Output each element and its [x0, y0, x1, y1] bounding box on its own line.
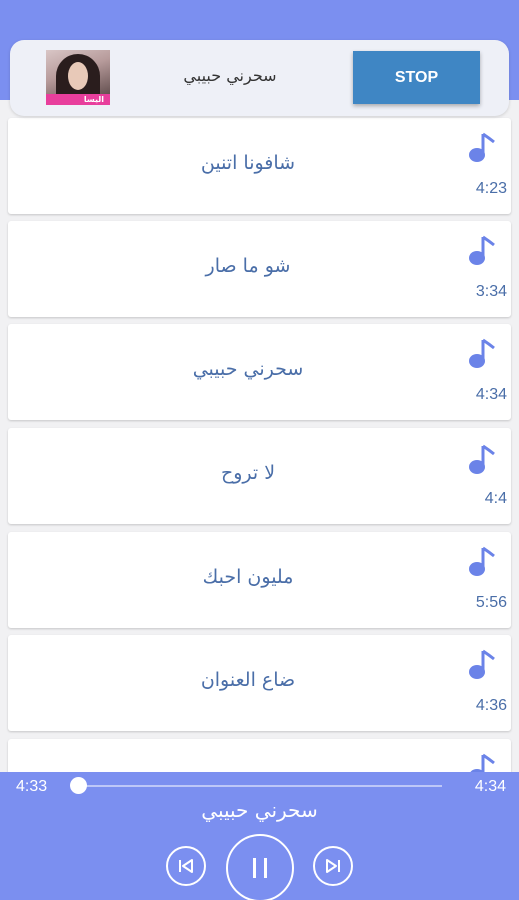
song-duration: 4:34 [475, 386, 507, 403]
next-button[interactable] [313, 846, 353, 886]
player-bar: 4:33 4:34 سحرني حبيبي [0, 772, 519, 900]
skip-next-icon [326, 859, 340, 873]
now-playing-header: اليسا سحرني حبيبي STOP [10, 40, 509, 116]
song-list-area: شافونا اتنين 4:23 شو ما صار 3:34 سحرني ح… [0, 0, 519, 835]
previous-button[interactable] [166, 846, 206, 886]
music-note-icon [469, 649, 495, 679]
song-item[interactable]: لا تروح 4:4 [8, 428, 511, 524]
song-duration: 4:36 [475, 697, 507, 714]
song-title: ضاع العنوان [200, 669, 296, 691]
music-note-icon [469, 235, 495, 265]
seek-thumb[interactable] [70, 777, 87, 794]
seek-bar[interactable] [78, 785, 442, 787]
total-time: 4:34 [474, 778, 506, 795]
song-item[interactable]: شافونا اتنين 4:23 [8, 118, 511, 214]
song-item[interactable]: مليون احبك 5:56 [8, 532, 511, 628]
album-art-face [68, 62, 88, 90]
song-title: شو ما صار [205, 255, 291, 277]
music-note-icon [469, 338, 495, 368]
song-title: سحرني حبيبي [192, 358, 304, 380]
stop-button[interactable]: STOP [353, 51, 480, 104]
song-item[interactable]: شو ما صار 3:34 [8, 221, 511, 317]
pause-button[interactable] [226, 834, 294, 900]
song-duration: 4:23 [475, 180, 507, 197]
song-title: لا تروح [220, 462, 276, 484]
song-title: شافونا اتنين [200, 152, 296, 174]
song-duration: 5:56 [475, 594, 507, 611]
song-item[interactable]: ضاع العنوان 4:36 [8, 635, 511, 731]
song-item[interactable]: سحرني حبيبي 4:34 [8, 324, 511, 420]
player-song-title: سحرني حبيبي [201, 798, 318, 822]
song-duration: 3:34 [475, 283, 507, 300]
pause-icon [253, 858, 267, 878]
current-time: 4:33 [16, 778, 48, 795]
album-art: اليسا [46, 50, 110, 105]
music-note-icon [469, 132, 495, 162]
album-art-band-text: اليسا [83, 95, 104, 104]
music-note-icon [469, 444, 495, 474]
skip-previous-icon [179, 859, 193, 873]
now-playing-title: سحرني حبيبي [183, 66, 277, 85]
music-note-icon [469, 546, 495, 576]
song-title: مليون احبك [202, 566, 294, 588]
song-duration: 4:4 [484, 490, 507, 507]
